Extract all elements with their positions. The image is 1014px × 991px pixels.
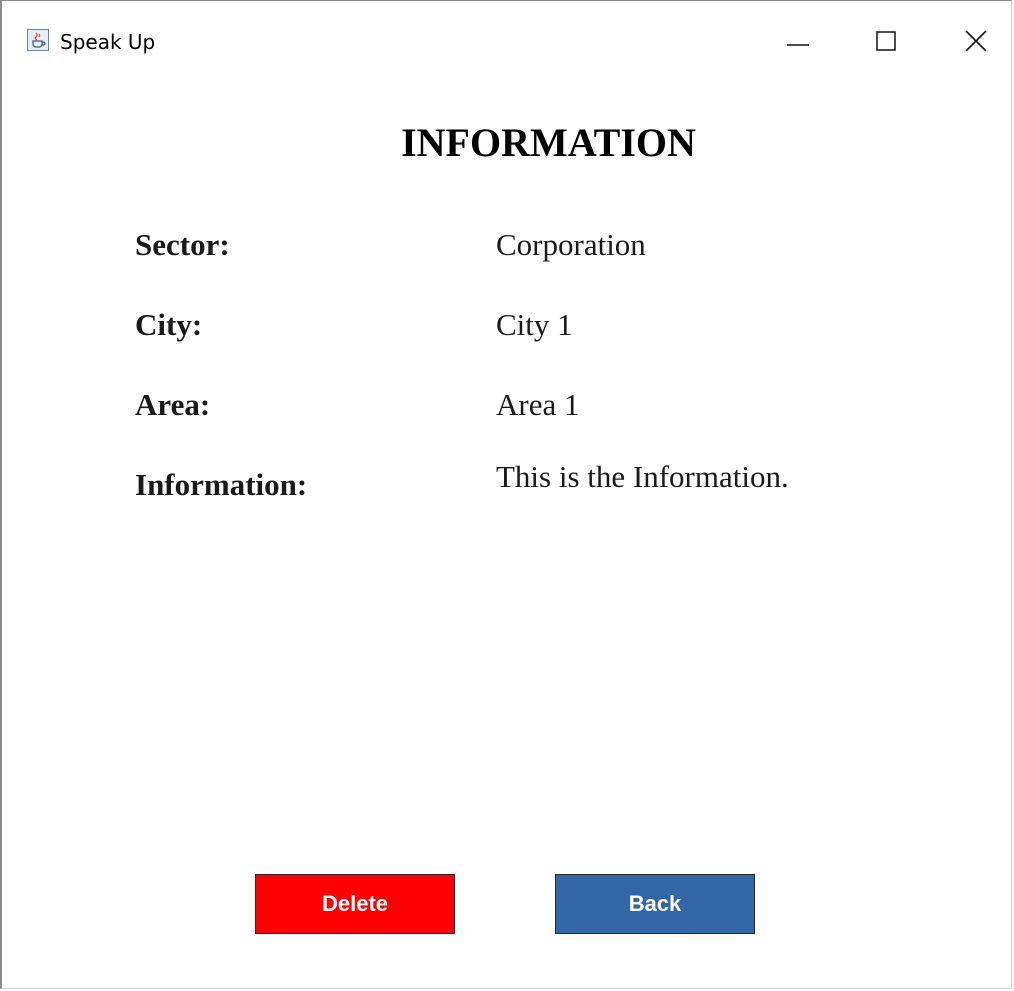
city-label: City:	[135, 307, 203, 342]
back-button[interactable]: Back	[555, 874, 755, 934]
maximize-icon	[876, 31, 896, 51]
back-button-label: Back	[628, 891, 682, 916]
window-title: Speak Up	[60, 30, 156, 54]
title-bar[interactable]: Speak Up	[2, 1, 1011, 81]
close-icon	[965, 30, 987, 52]
sector-value: Corporation	[496, 227, 646, 262]
minimize-button[interactable]	[768, 15, 828, 67]
minimize-icon	[786, 29, 810, 53]
java-cup-icon	[27, 29, 49, 51]
app-window: Speak Up INFORMATION Sector: Corporation…	[0, 0, 1012, 989]
page-title-text: INFORMATION	[401, 120, 696, 165]
page-title: INFORMATION	[2, 119, 1014, 166]
area-label: Area:	[135, 387, 211, 422]
sector-label: Sector:	[135, 227, 230, 262]
maximize-button[interactable]	[856, 15, 916, 67]
information-label: Information:	[135, 467, 308, 502]
city-value: City 1	[496, 307, 573, 342]
delete-button[interactable]: Delete	[255, 874, 455, 934]
area-value: Area 1	[496, 387, 580, 422]
information-value: This is the Information.	[496, 459, 789, 494]
delete-button-label: Delete	[321, 891, 389, 916]
close-button[interactable]	[946, 15, 1006, 67]
